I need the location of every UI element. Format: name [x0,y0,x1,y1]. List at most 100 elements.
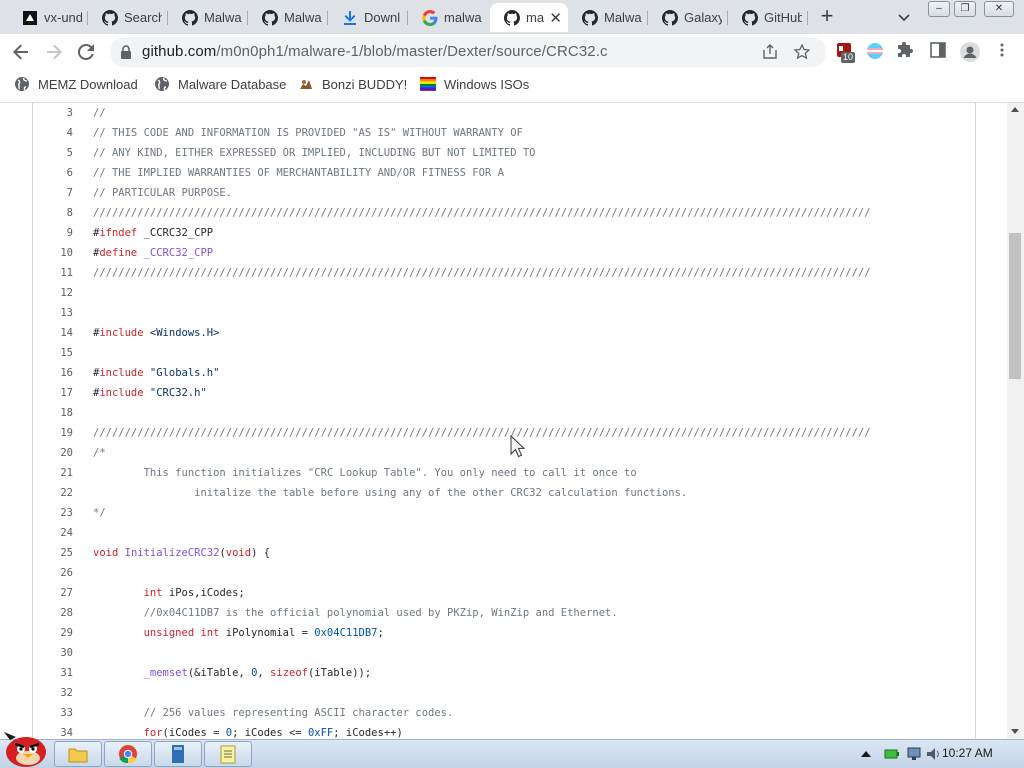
bookmark-item[interactable]: Windows ISOs [420,76,529,92]
start-button-icon[interactable] [2,730,50,768]
vertical-scrollbar[interactable] [1007,103,1024,739]
line-number[interactable]: 8 [33,203,73,223]
bookmark-item[interactable]: MEMZ Download [14,76,138,92]
line-number[interactable]: 19 [33,423,73,443]
taskbar-chrome-button[interactable] [104,741,152,767]
code-line: 14 #include <Windows.H> [33,323,973,343]
line-number[interactable]: 22 [33,483,73,503]
tab-active[interactable]: ma ✕ [490,3,568,32]
extension-button[interactable] [866,42,886,62]
line-number[interactable]: 13 [33,303,73,323]
line-number[interactable]: 33 [33,703,73,723]
code-text: unsigned int iPolynomial = 0x04C11DB7; [93,623,384,643]
tab[interactable]: Galaxy [648,3,728,32]
line-number[interactable]: 25 [33,543,73,563]
scroll-up-arrow-icon[interactable] [1011,107,1019,112]
line-number[interactable]: 3 [33,103,73,123]
line-number[interactable]: 18 [33,403,73,423]
code-token: // 256 values representing ASCII charact… [93,707,454,719]
clock[interactable]: 10:27 AM [942,746,993,760]
battery-icon[interactable] [884,748,900,760]
tab[interactable]: Malwa [568,3,648,32]
tab-label: Malwa [604,10,642,25]
line-number[interactable]: 7 [33,183,73,203]
code-token: */ [93,507,106,519]
share-icon[interactable] [762,44,778,60]
line-number[interactable]: 31 [33,663,73,683]
address-bar[interactable]: github.com/m0n0ph1/malware-1/blob/master… [110,37,826,67]
code-token: include [99,367,144,379]
line-number[interactable]: 28 [33,603,73,623]
scrollbar-thumb[interactable] [1009,233,1021,379]
scroll-down-arrow-icon[interactable] [1011,729,1019,734]
lock-icon[interactable] [120,45,132,59]
tab[interactable]: Downl [328,3,408,32]
taskbar-app-button[interactable] [154,741,202,767]
forward-button[interactable] [42,40,66,64]
code-line: 6 // THE IMPLIED WARRANTIES OF MERCHANTAB… [33,163,973,183]
line-number[interactable]: 15 [33,343,73,363]
close-window-button[interactable]: ✕ [984,1,1014,17]
line-number[interactable]: 32 [33,683,73,703]
url-text[interactable]: github.com/m0n0ph1/malware-1/blob/master… [142,43,608,60]
line-number[interactable]: 20 [33,443,73,463]
tab[interactable]: Search [88,3,168,32]
tab-search-chevron-icon[interactable] [896,9,912,25]
tab[interactable]: Malwa [168,3,248,32]
line-number[interactable]: 4 [33,123,73,143]
profile-button[interactable] [960,42,980,62]
code-line: 31 _memset(&iTable, 0, sizeof(iTable)); [33,663,973,683]
code-token: // THIS CODE AND INFORMATION IS PROVIDED… [93,127,523,139]
line-number[interactable]: 24 [33,523,73,543]
line-number[interactable]: 5 [33,143,73,163]
line-number[interactable]: 9 [33,223,73,243]
code-token: include [99,327,144,339]
side-panel-button[interactable] [930,42,950,62]
notepad-icon [220,745,236,764]
code-line: 27 int iPos,iCodes; [33,583,973,603]
new-tab-button[interactable]: + [816,5,838,28]
line-number[interactable]: 21 [33,463,73,483]
code-token: ) { [251,547,271,559]
line-number[interactable]: 14 [33,323,73,343]
line-number[interactable]: 23 [33,503,73,523]
code-text: // 256 values representing ASCII charact… [93,703,454,723]
reload-button[interactable] [74,40,98,64]
tab[interactable]: Malwa [248,3,328,32]
code-text: int iPos,iCodes; [93,583,245,603]
line-number[interactable]: 6 [33,163,73,183]
code-token: sizeof [270,667,308,679]
tab[interactable]: GitHub [728,3,808,32]
line-number[interactable]: 17 [33,383,73,403]
bookmark-item[interactable]: Bonzi BUDDY! [298,76,407,92]
line-number[interactable]: 29 [33,623,73,643]
tray-expand-icon[interactable] [861,750,871,758]
maximize-button[interactable]: ❐ [954,1,976,17]
tab-separator [807,11,808,25]
volume-icon[interactable] [926,747,942,761]
bookmark-item[interactable]: Malware Database [154,76,286,92]
menu-button[interactable] [994,42,1014,62]
line-number[interactable]: 11 [33,263,73,283]
line-number[interactable]: 27 [33,583,73,603]
line-number[interactable]: 16 [33,363,73,383]
tab[interactable]: malwa [408,3,490,32]
line-number[interactable]: 26 [33,563,73,583]
line-number[interactable]: 12 [33,283,73,303]
taskbar-explorer-button[interactable] [54,741,102,767]
line-number[interactable]: 30 [33,643,73,663]
taskbar-notepad-button[interactable] [204,741,252,767]
minimize-button[interactable]: – [928,1,950,17]
line-number[interactable]: 10 [33,243,73,263]
bookmark-star-icon[interactable] [794,44,810,60]
back-button[interactable] [9,40,33,64]
extension-button[interactable]: 10 [836,42,856,63]
network-icon[interactable] [906,746,922,762]
tab[interactable]: vx-und [8,3,88,32]
code-token: void [225,547,252,559]
code-token: //0x04C11DB7 is the official polynomial … [93,607,618,619]
extensions-button[interactable] [898,42,918,62]
tab-close-icon[interactable]: ✕ [549,9,562,27]
